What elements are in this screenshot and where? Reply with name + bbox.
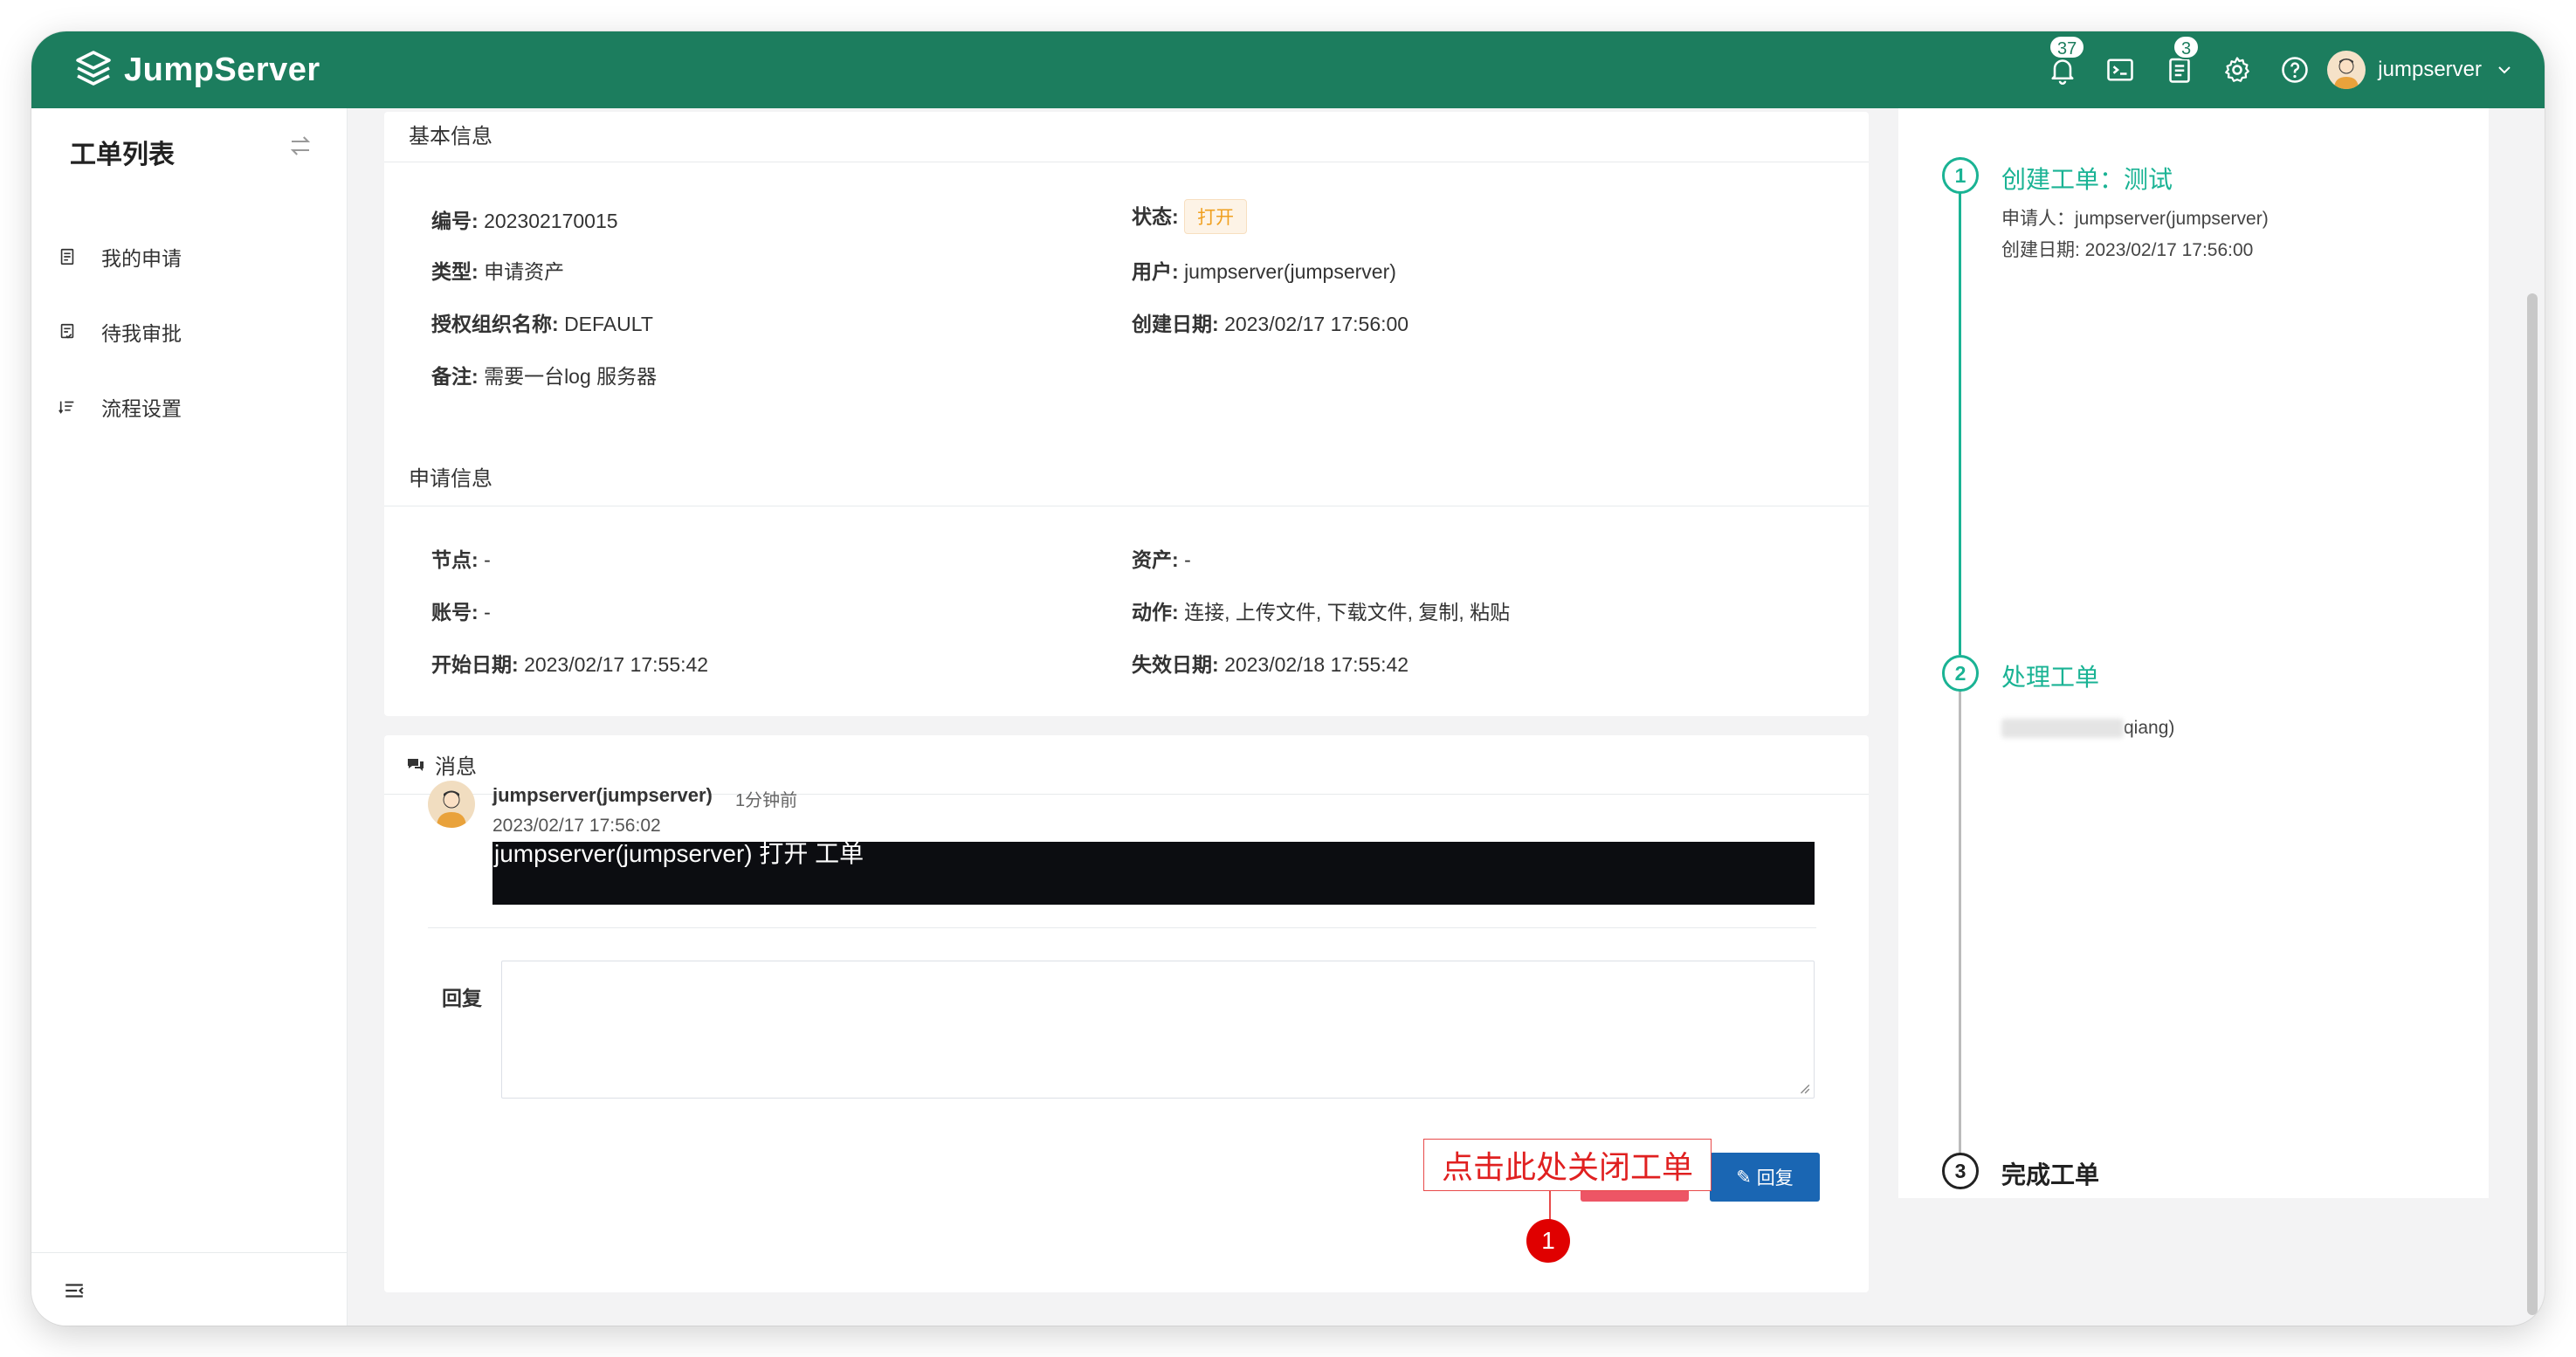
list-sort-icon: [59, 401, 74, 414]
user-menu[interactable]: jumpserver: [2327, 45, 2515, 94]
basic-info-panel: 基本信息 编号: 202302170015 状态: 打开 类型: 申请资产 用户…: [384, 112, 1869, 456]
timeline-step-number: 2: [1942, 655, 1979, 692]
message-timestamp: 2023/02/17 17:56:02: [492, 816, 661, 836]
pencil-icon: ✎: [1736, 1167, 1752, 1188]
apply-info-panel: 申请信息 节点: - 资产: - 账号: - 动作: 连接, 上传文件, 下载文…: [384, 447, 1869, 716]
ticket-timeline-panel: 1 创建工单：测试 申请人：jumpserver(jumpserver) 创建日…: [1898, 108, 2489, 1198]
timeline-connector-pending: [1959, 672, 1961, 1156]
help-icon: [2282, 57, 2308, 83]
timeline-step-number: 3: [1942, 1153, 1979, 1189]
redacted-text: [2001, 719, 2124, 739]
asset-field: 资产: -: [1132, 548, 1191, 571]
sidebar-item-label: 待我审批: [101, 322, 182, 345]
brand-name: JumpServer: [124, 51, 320, 88]
tickets-button[interactable]: 3: [2160, 35, 2201, 89]
help-button[interactable]: [2276, 51, 2314, 89]
terminal-icon: [2107, 59, 2133, 81]
ticket-number-field: 编号: 202302170015: [431, 210, 618, 232]
vertical-scrollbar[interactable]: [2527, 293, 2538, 1315]
document-icon: [60, 248, 74, 265]
message-body: jumpserver(jumpserver) 打开 工单: [492, 842, 1815, 905]
top-navbar: JumpServer 37 3 jumpserver: [31, 31, 2545, 108]
status-badge: 打开: [1184, 199, 1248, 234]
account-field: 账号: -: [431, 601, 491, 623]
reply-label: 回复: [442, 987, 482, 1009]
action-field: 动作: 连接, 上传文件, 下载文件, 复制, 粘贴: [1132, 601, 1511, 623]
web-terminal-button[interactable]: [2101, 51, 2139, 89]
tickets-badge: 3: [2173, 35, 2201, 59]
settings-button[interactable]: [2218, 51, 2256, 89]
ticket-created-field: 创建日期: 2023/02/17 17:56:00: [1132, 313, 1409, 335]
comments-icon: [408, 758, 424, 771]
start-date-field: 开始日期: 2023/02/17 17:55:42: [431, 653, 709, 676]
sidebar-item-flow-settings[interactable]: 流程设置: [58, 388, 182, 426]
notifications-button[interactable]: 37: [2043, 35, 2086, 89]
timeline-step-detail: 申请人：jumpserver(jumpserver): [2001, 209, 2269, 229]
sidebar-item-label: 我的申请: [101, 247, 182, 270]
switch-arrows-icon[interactable]: [287, 133, 313, 159]
jumpserver-logo-icon: [76, 51, 111, 86]
resize-handle-icon[interactable]: [1798, 1082, 1810, 1094]
sidebar-item-label: 流程设置: [101, 397, 182, 420]
approval-icon: [60, 323, 74, 339]
reply-button[interactable]: ✎ 回复: [1710, 1153, 1820, 1202]
timeline-step-detail: 创建日期: 2023/02/17 17:56:00: [2001, 240, 2254, 260]
expire-date-field: 失效日期: 2023/02/18 17:55:42: [1132, 653, 1409, 676]
notifications-badge: 37: [2049, 35, 2086, 59]
sidebar-footer: [31, 1252, 347, 1326]
message-author: jumpserver(jumpserver): [492, 784, 713, 806]
message-relative-time: 1分钟前: [735, 791, 798, 810]
user-avatar: [2327, 51, 2366, 89]
collapse-menu-icon[interactable]: [63, 1279, 86, 1302]
ticket-remark-field: 备注: 需要一台log 服务器: [431, 365, 658, 388]
sidebar: 工单列表 我的申请 待我审批 流程设置: [31, 108, 348, 1326]
reply-textarea[interactable]: [501, 961, 1815, 1099]
sidebar-item-my-requests[interactable]: 我的申请: [58, 238, 182, 276]
timeline-step-number: 1: [1942, 157, 1979, 194]
timeline-step-title: 处理工单: [2001, 664, 2100, 691]
node-field: 节点: -: [431, 548, 491, 571]
annotation-step-marker: 1: [1526, 1219, 1570, 1263]
panel-heading: 申请信息: [384, 447, 1869, 506]
sidebar-item-pending-approval[interactable]: 待我审批: [58, 313, 182, 351]
timeline-step-title: 创建工单：测试: [2001, 166, 2173, 193]
brand-logo[interactable]: JumpServer: [72, 47, 320, 93]
timeline-connector-active: [1959, 157, 1961, 655]
sidebar-title: 工单列表: [70, 141, 175, 169]
ticket-type-field: 类型: 申请资产: [431, 260, 565, 283]
gear-icon: [2225, 57, 2249, 82]
messages-panel: 消息 jumpserver(jumpserver) 1分钟前 2023/02/1…: [384, 735, 1869, 1292]
messages-heading: 消息: [435, 755, 477, 779]
timeline-step-detail: qiang): [2001, 718, 2174, 739]
username: jumpserver: [2378, 58, 2482, 81]
ticket-user-field: 用户: jumpserver(jumpserver): [1132, 260, 1396, 283]
ticket-org-field: 授权组织名称: DEFAULT: [431, 313, 653, 335]
annotation-callout: 点击此处关闭工单: [1423, 1139, 1712, 1191]
reply-button-label: 回复: [1756, 1168, 1794, 1188]
panel-heading: 基本信息: [384, 112, 1869, 162]
ticket-status-field: 状态: 打开: [1132, 199, 1248, 234]
divider: [428, 927, 1816, 928]
chevron-down-icon: [2498, 66, 2511, 74]
timeline-step-title: 完成工单: [2001, 1161, 2100, 1188]
app-window: JumpServer 37 3 jumpserver 工单列表 我的申请 待我审…: [31, 31, 2545, 1326]
message-author-avatar: [428, 781, 475, 828]
